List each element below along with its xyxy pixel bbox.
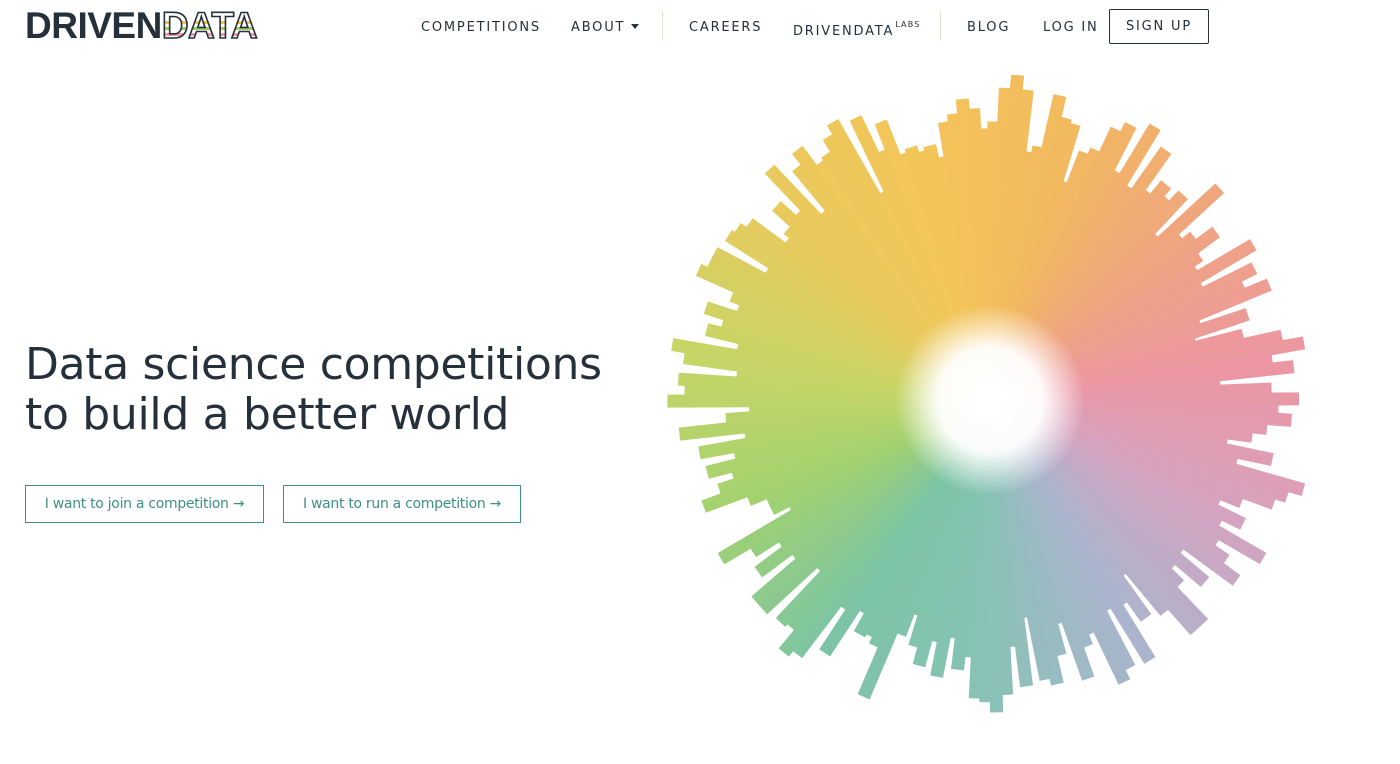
hero-headline-line1: Data science competitions xyxy=(25,339,602,390)
hero-headline-line2: to build a better world xyxy=(25,389,510,440)
logo-driven-text: DRIVEN xyxy=(25,5,162,46)
nav-about-label: ABOUT xyxy=(571,20,626,35)
drivendata-logo[interactable]: DRIVEN DATA xyxy=(25,5,258,46)
nav-labs-superscript: LABS xyxy=(895,20,921,29)
run-competition-button[interactable]: I want to run a competition → xyxy=(283,485,521,523)
nav-login[interactable]: LOG IN xyxy=(1043,20,1099,35)
nav-drivendata-labs[interactable]: DRIVENDATALABS xyxy=(793,20,921,39)
join-competition-button[interactable]: I want to join a competition → xyxy=(25,485,264,523)
burst-center-glow xyxy=(895,305,1085,495)
hero-headline: Data science competitions to build a bet… xyxy=(25,340,602,440)
logo-data-text: DATA xyxy=(161,5,258,46)
nav-labs-label: DRIVENDATA xyxy=(793,24,895,39)
nav-divider xyxy=(940,11,941,41)
radial-burst-graphic xyxy=(667,74,1306,713)
nav-divider xyxy=(662,11,663,41)
nav-about[interactable]: ABOUT xyxy=(571,20,640,35)
nav-blog[interactable]: BLOG xyxy=(967,20,1010,35)
signup-button[interactable]: SIGN UP xyxy=(1109,9,1209,44)
nav-competitions[interactable]: COMPETITIONS xyxy=(421,20,541,35)
nav-careers[interactable]: CAREERS xyxy=(689,20,762,35)
caret-down-icon xyxy=(631,24,640,29)
